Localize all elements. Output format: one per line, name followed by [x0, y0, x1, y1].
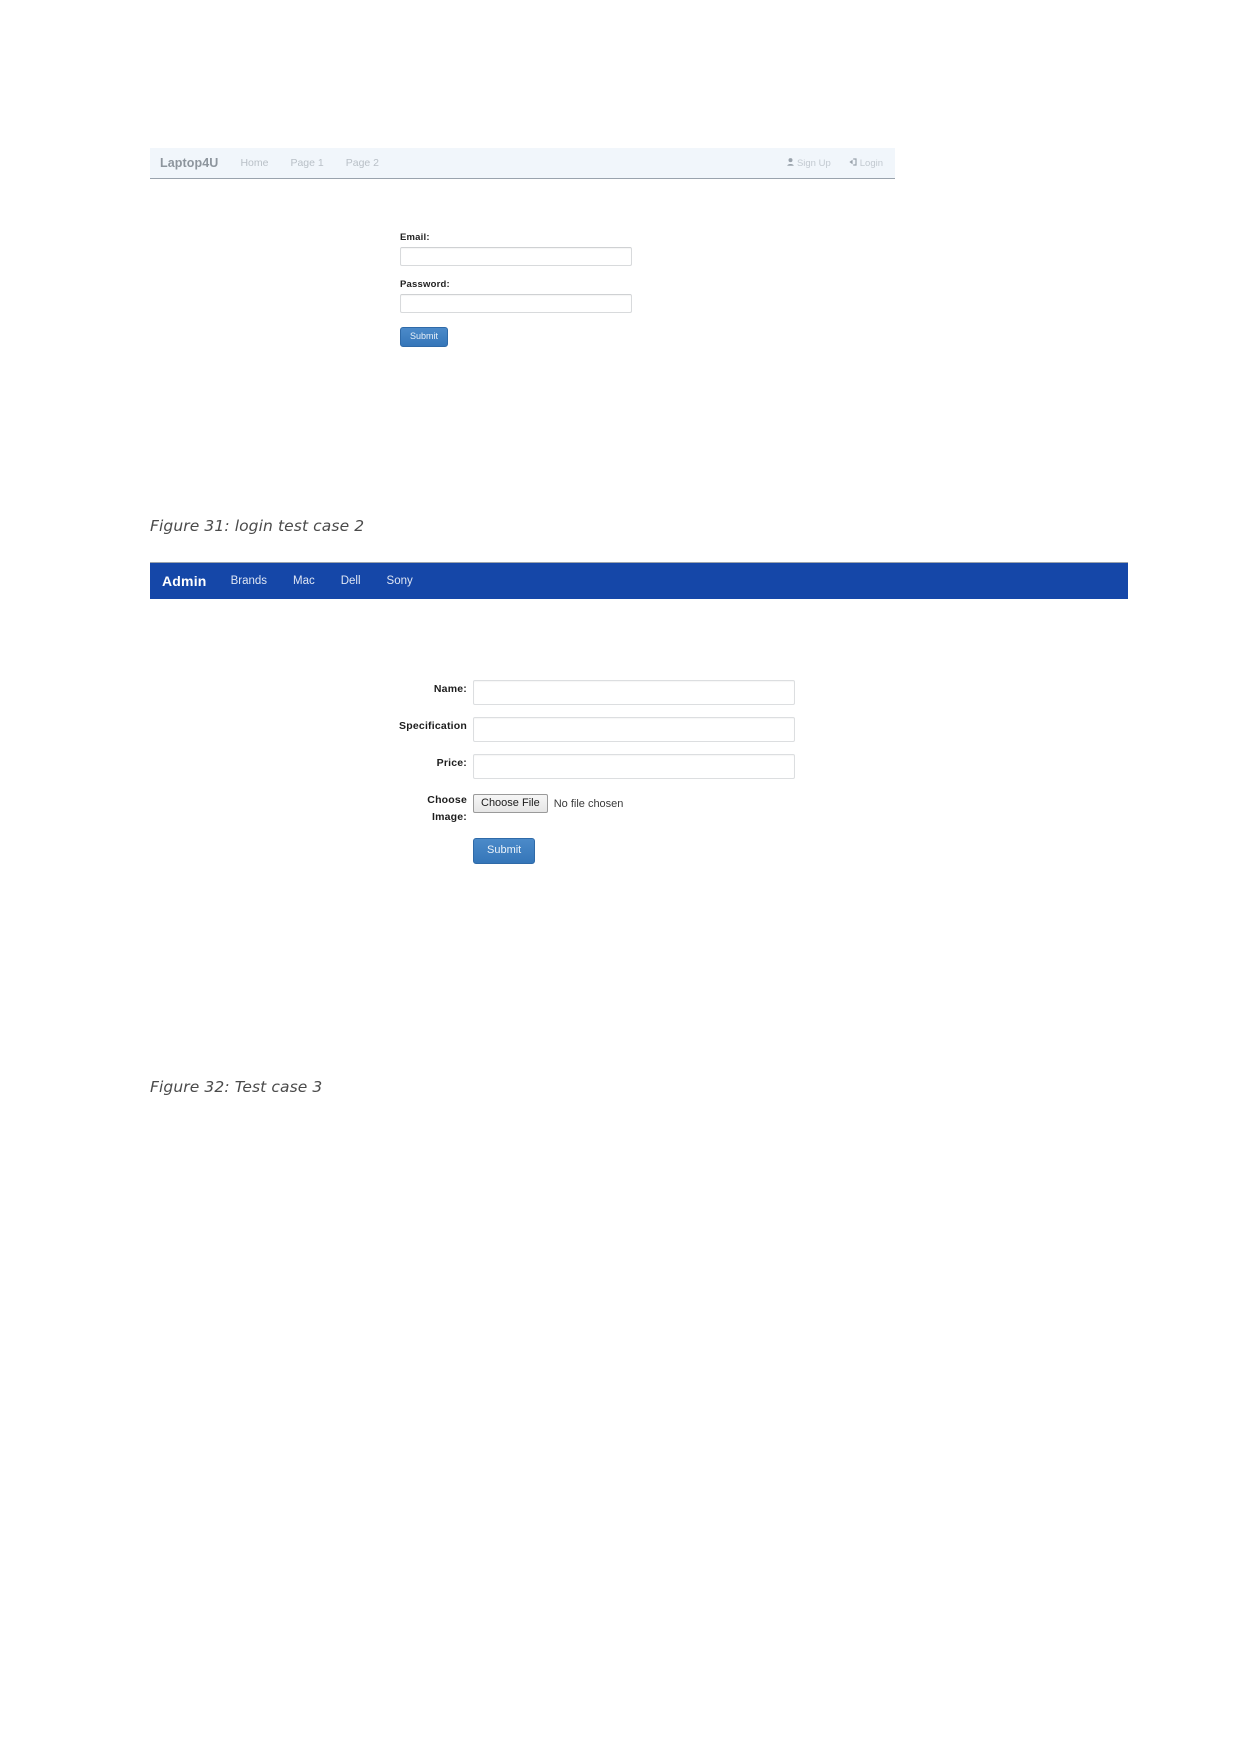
navbar-brand[interactable]: Laptop4U — [160, 156, 218, 170]
choose-file-button[interactable]: Choose File — [473, 793, 548, 814]
nav-link-home[interactable]: Home — [240, 157, 268, 169]
nav-link-page-2[interactable]: Page 2 — [346, 157, 379, 169]
choose-image-label: Choose Image: — [395, 791, 467, 826]
site-navbar: Laptop4U Home Page 1 Page 2 Sign Up Logi… — [150, 148, 895, 179]
name-field-wrapper — [473, 680, 825, 705]
password-field[interactable] — [400, 294, 632, 313]
email-field[interactable] — [400, 247, 632, 266]
price-label: Price: — [436, 757, 467, 769]
nav-link-sony[interactable]: Sony — [387, 575, 413, 587]
login-submit-button[interactable]: Submit — [400, 327, 449, 347]
login-screenshot: Laptop4U Home Page 1 Page 2 Sign Up Logi… — [150, 148, 895, 347]
email-label: Email: — [400, 232, 430, 243]
price-field-wrapper — [473, 754, 825, 779]
nav-link-login-label: Login — [859, 157, 883, 169]
nav-link-page-1[interactable]: Page 1 — [290, 157, 323, 169]
file-status-text: No file chosen — [553, 797, 624, 810]
name-field[interactable] — [473, 680, 795, 705]
name-label: Name: — [433, 683, 467, 695]
user-icon — [787, 157, 794, 169]
nav-link-login[interactable]: Login — [849, 158, 883, 169]
form-row-submit: Submit — [395, 838, 825, 864]
file-input-row[interactable]: Choose File No file chosen — [473, 791, 825, 816]
nav-link-mac[interactable]: Mac — [293, 575, 315, 587]
admin-navbar-links: Brands Mac Dell Sony — [231, 575, 413, 587]
login-form: Email: Password: Submit — [400, 232, 700, 347]
product-submit-button[interactable]: Submit — [473, 838, 536, 864]
navbar-auth-links: Sign Up Login — [787, 158, 883, 169]
specification-field[interactable] — [473, 717, 795, 742]
form-row-specification: Specification — [395, 717, 825, 742]
file-field-wrapper: Choose File No file chosen — [473, 791, 825, 816]
product-form: Name: Specification Price: Choose Image: — [395, 680, 825, 864]
sign-in-icon — [849, 158, 857, 169]
password-label: Password: — [400, 279, 450, 290]
navbar-links: Home Page 1 Page 2 — [240, 157, 379, 169]
specification-label: Specification — [399, 720, 467, 732]
price-field[interactable] — [473, 754, 795, 779]
nav-link-sign-up[interactable]: Sign Up — [787, 158, 831, 169]
nav-link-sign-up-label: Sign Up — [796, 157, 831, 169]
form-row-name: Name: — [395, 680, 825, 705]
choose-image-label-line-2: Image: — [431, 811, 467, 823]
form-row-choose-image: Choose Image: Choose File No file chosen — [395, 791, 825, 826]
form-row-price: Price: — [395, 754, 825, 779]
nav-link-brands[interactable]: Brands — [231, 575, 267, 587]
admin-navbar-brand[interactable]: Admin — [162, 573, 207, 589]
specification-field-wrapper — [473, 717, 825, 742]
admin-screenshot: Admin Brands Mac Dell Sony Name: Specifi… — [150, 562, 1128, 864]
figure-caption-32: Figure 32: Test case 3 — [150, 1078, 323, 1096]
figure-caption-31: Figure 31: login test case 2 — [150, 517, 365, 535]
nav-link-dell[interactable]: Dell — [341, 575, 361, 587]
choose-image-label-line-1: Choose — [427, 794, 467, 806]
admin-navbar: Admin Brands Mac Dell Sony — [150, 562, 1128, 599]
